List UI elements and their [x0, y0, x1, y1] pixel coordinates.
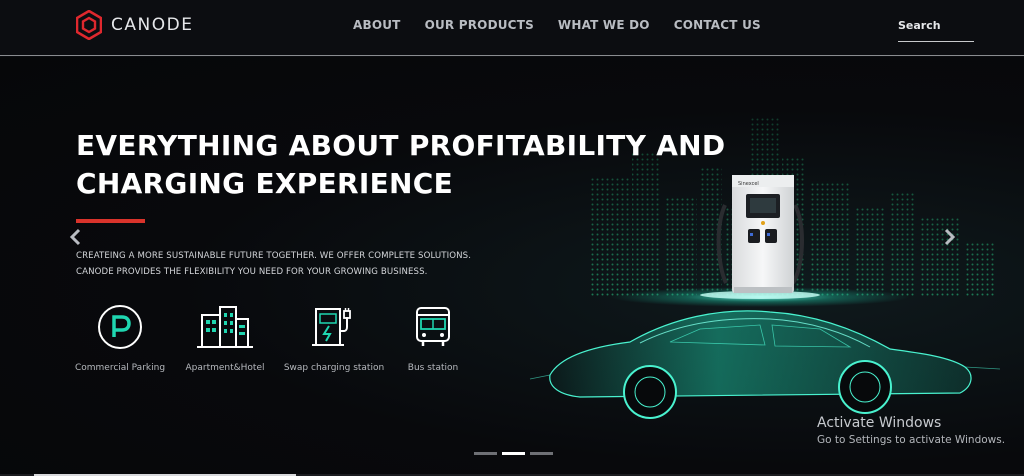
hero-slider: Sinexcel EVERYTHING ABOUT PROFITABILITY …: [0, 57, 1024, 476]
search-box: [898, 15, 974, 42]
hero-illustration: Sinexcel: [529, 117, 1001, 419]
search-input[interactable]: [898, 15, 974, 32]
parking-icon: [98, 305, 142, 349]
nav-item-what-we-do[interactable]: WHAT WE DO: [558, 18, 650, 32]
nav-item-our-products[interactable]: OUR PRODUCTS: [425, 18, 534, 32]
feature-label: Commercial Parking: [74, 363, 166, 373]
subtext-line-2: CANODE PROVIDES THE FLEXIBILITY YOU NEED…: [76, 267, 428, 277]
carousel-dot-2[interactable]: [502, 452, 525, 455]
brand-logo[interactable]: CANODE: [76, 10, 193, 40]
chevron-right-icon[interactable]: [943, 227, 957, 247]
feature-swap-charging-station[interactable]: Swap charging station: [279, 303, 389, 373]
windows-activation-watermark: Activate Windows Go to Settings to activ…: [817, 415, 1005, 446]
carousel-pagination: [474, 452, 558, 455]
nav-item-contact-us[interactable]: CONTACT US: [674, 18, 761, 32]
feature-bus-station[interactable]: Bus station: [378, 303, 488, 373]
hexagon-logo-icon: [76, 10, 102, 40]
feature-commercial-parking[interactable]: Commercial Parking: [65, 303, 175, 373]
feature-label: Swap charging station: [283, 363, 385, 373]
nav-item-about[interactable]: ABOUT: [353, 18, 401, 32]
brand-name: CANODE: [111, 15, 194, 35]
carousel-dot-1[interactable]: [474, 452, 497, 455]
building-icon: [197, 306, 253, 348]
bus-icon: [416, 307, 450, 346]
main-menu: ABOUT OUR PRODUCTS WHAT WE DO CONTACT US: [353, 18, 785, 32]
charging-station-icon: [312, 308, 351, 346]
feature-apartment-hotel[interactable]: Apartment&Hotel: [170, 303, 280, 373]
feature-label: Apartment&Hotel: [185, 363, 265, 373]
carousel-dot-3[interactable]: [530, 452, 553, 455]
watermark-subtitle: Go to Settings to activate Windows.: [817, 434, 1006, 446]
feature-label: Bus station: [407, 363, 459, 373]
car-outline: [529, 310, 1001, 419]
subtext-line-1: CREATEING A MORE SUSTAINABLE FUTURE TOGE…: [76, 251, 472, 261]
accent-divider: [76, 219, 145, 223]
hero-headline: EVERYTHING ABOUT PROFITABILITY AND CHARG…: [76, 127, 725, 203]
charger-brand: Sinexcel: [738, 181, 759, 187]
chevron-left-icon[interactable]: [68, 227, 82, 247]
headline-line-2: CHARGING EXPERIENCE: [76, 167, 454, 200]
hero-subtext: CREATEING A MORE SUSTAINABLE FUTURE TOGE…: [76, 248, 471, 280]
watermark-title: Activate Windows: [817, 415, 942, 431]
headline-line-1: EVERYTHING ABOUT PROFITABILITY AND: [76, 129, 726, 162]
top-navbar: CANODE ABOUT OUR PRODUCTS WHAT WE DO CON…: [0, 0, 1024, 56]
